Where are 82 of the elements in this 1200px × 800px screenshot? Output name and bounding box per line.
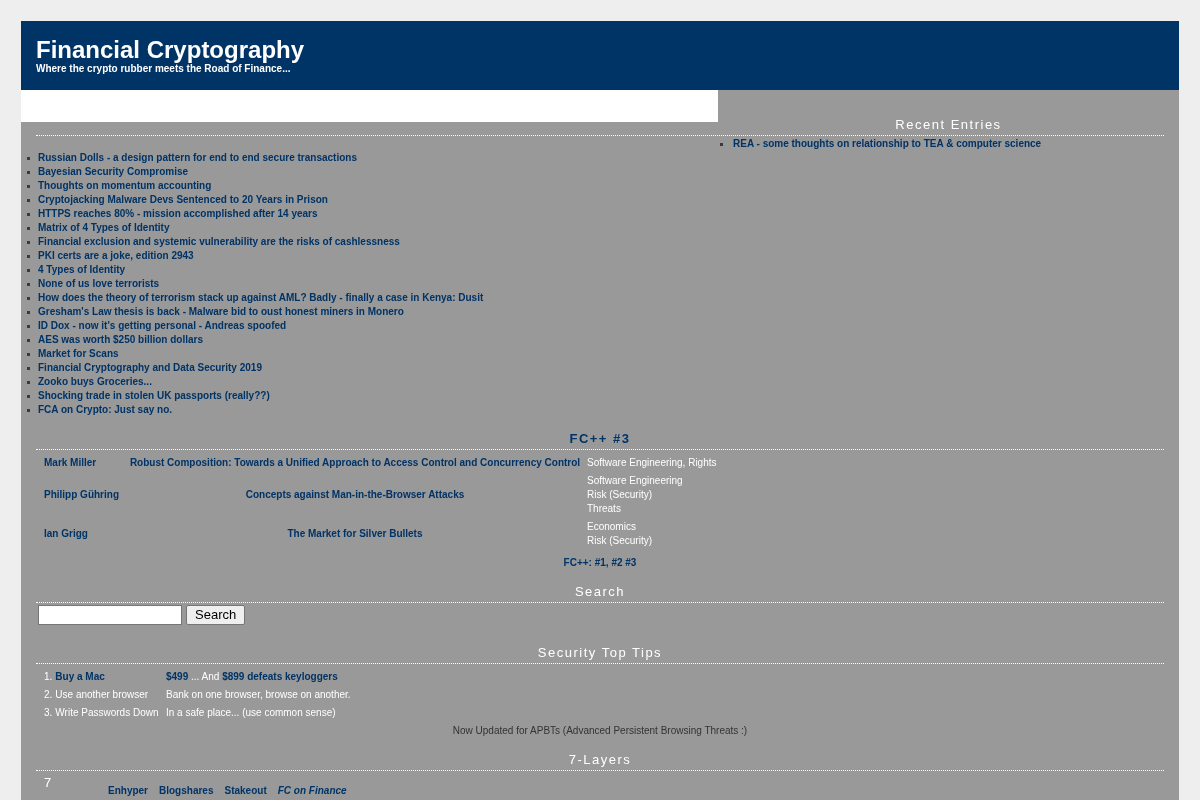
bullet-icon [27,324,30,328]
bullet-icon [27,170,30,174]
bullet-icon [27,226,30,230]
entry-link[interactable]: Russian Dolls - a design pattern for end to end secure transactions [38,151,357,165]
paper-category: Risk (Security) [587,534,652,548]
tip-link[interactable]: $499 [166,671,189,682]
entry-link[interactable]: FCA on Crypto: Just say no. [38,403,173,417]
search-field[interactable] [38,605,182,625]
paper-category: Risk (Security) [587,488,652,502]
section-heading: Search [574,584,626,600]
tip-detail: Bank on one browser, browse on another. [166,688,351,702]
entry-link[interactable]: AES was worth $250 billion dollars [38,333,204,347]
entry-link[interactable]: None of us love terrorists [38,277,160,291]
bullet-icon [27,212,30,216]
bullet-icon [27,240,30,244]
layer-number: 7 [44,775,53,791]
entry-link[interactable]: Matrix of 4 Types of Identity [38,221,170,235]
entry-link[interactable]: REA - some thoughts on relationship to TEA & computer science [733,137,1042,151]
paper-title[interactable]: Concepts against Man-in-the-Browser Attacks [245,488,465,502]
bullet-icon [27,268,30,272]
paper-author[interactable]: Mark Miller [44,457,97,468]
paper-title[interactable]: The Market for Silver Bullets [287,527,423,541]
bullet-icon [720,142,723,146]
entry-link[interactable]: Cryptojacking Malware Devs Sentenced to 20 Years in Prison [38,193,328,207]
section-heading[interactable]: FC++ #3 [569,431,631,447]
tip-number: 2. [44,688,53,702]
bullet-icon [27,310,30,314]
paper-category: Economics [587,520,636,534]
bullet-icon [27,394,30,398]
entry-link[interactable]: Thoughts on momentum accounting [38,179,212,193]
fcpp-link[interactable]: #1 [594,557,606,568]
bullet-icon [27,156,30,160]
bullet-icon [27,296,30,300]
paper-author[interactable]: Philipp Gühring [44,489,119,500]
tip-link[interactable]: $899 defeats keyloggers [222,671,338,682]
layer-link[interactable]: Enhyper [108,784,148,798]
paper-category: Threats [587,502,621,516]
section-heading: Security Top Tips [537,645,663,661]
bullet-icon [27,198,30,202]
entry-link[interactable]: Shocking trade in stolen UK passports (really??) [38,389,270,403]
entry-link[interactable]: Bayesian Security Compromise [38,165,189,179]
entry-link[interactable]: Gresham's Law thesis is back - Malware bid to oust honest miners in Monero [38,305,404,319]
fcpp-link[interactable]: #3 [625,557,637,568]
paper-category: Software Engineering, Rights [587,456,717,470]
tip-label[interactable]: Buy a Mac [55,670,105,684]
bullet-icon [27,338,30,342]
tip-detail: In a safe place... (use common sense) [166,706,336,720]
entry-link[interactable]: HTTPS reaches 80% - mission accomplished after 14 years [38,207,318,221]
fcpp-link[interactable]: #2 [611,557,623,568]
tip-number: 1. [44,670,53,684]
bullet-icon [27,282,30,286]
entry-link[interactable]: Financial Cryptography and Data Security 2019 [38,361,262,375]
entry-link[interactable]: How does the theory of terrorism stack up against AML? Badly - finally a case in Kenya: Dusit [38,291,484,305]
tip-label: Write Passwords Down [55,706,159,720]
tip-detail: $499 ... And $899 defeats keyloggers [166,670,338,684]
paper-author[interactable]: Ian Grigg [44,528,88,539]
entry-link[interactable]: 4 Types of Identity [38,263,126,277]
site-title[interactable]: Financial Cryptography [36,37,305,63]
tip-label: Use another browser [55,688,149,702]
tips-note: Now Updated for APBTs (Advanced Persistent Browsing Threats :) [452,724,748,738]
bullet-icon [27,366,30,370]
layer-link[interactable]: Stakeout [224,784,267,798]
section-heading: 7-Layers [568,752,632,768]
tip-number: 3. [44,706,53,720]
bullet-icon [27,184,30,188]
site-tagline: Where the crypto rubber meets the Road of Finance... [36,63,291,75]
entry-link[interactable]: Financial exclusion and systemic vulnerability are the risks of cashlessness [38,235,400,249]
entry-link[interactable]: PKI certs are a joke, edition 2943 [38,249,194,263]
paper-category: Software Engineering [587,474,683,488]
layer-link[interactable]: FC on Finance [277,784,347,798]
entry-link[interactable]: Zooko buys Groceries... [38,375,152,389]
fcpp-nav: FC++: #1, #2 #3 [563,556,637,570]
search-button[interactable]: Search [186,605,246,625]
section-heading: Recent Entries [895,117,1002,133]
entry-link[interactable]: ID Dox - now it's getting personal - Andreas spoofed [38,319,287,333]
paper-title[interactable]: Robust Composition: Towards a Unified Approach to Access Control and Concurrency Control [129,456,581,470]
bullet-icon [27,408,30,412]
bullet-icon [27,380,30,384]
bullet-icon [27,352,30,356]
layer-link[interactable]: Blogshares [159,784,214,798]
bullet-icon [27,254,30,258]
entry-link[interactable]: Market for Scans [38,347,119,361]
